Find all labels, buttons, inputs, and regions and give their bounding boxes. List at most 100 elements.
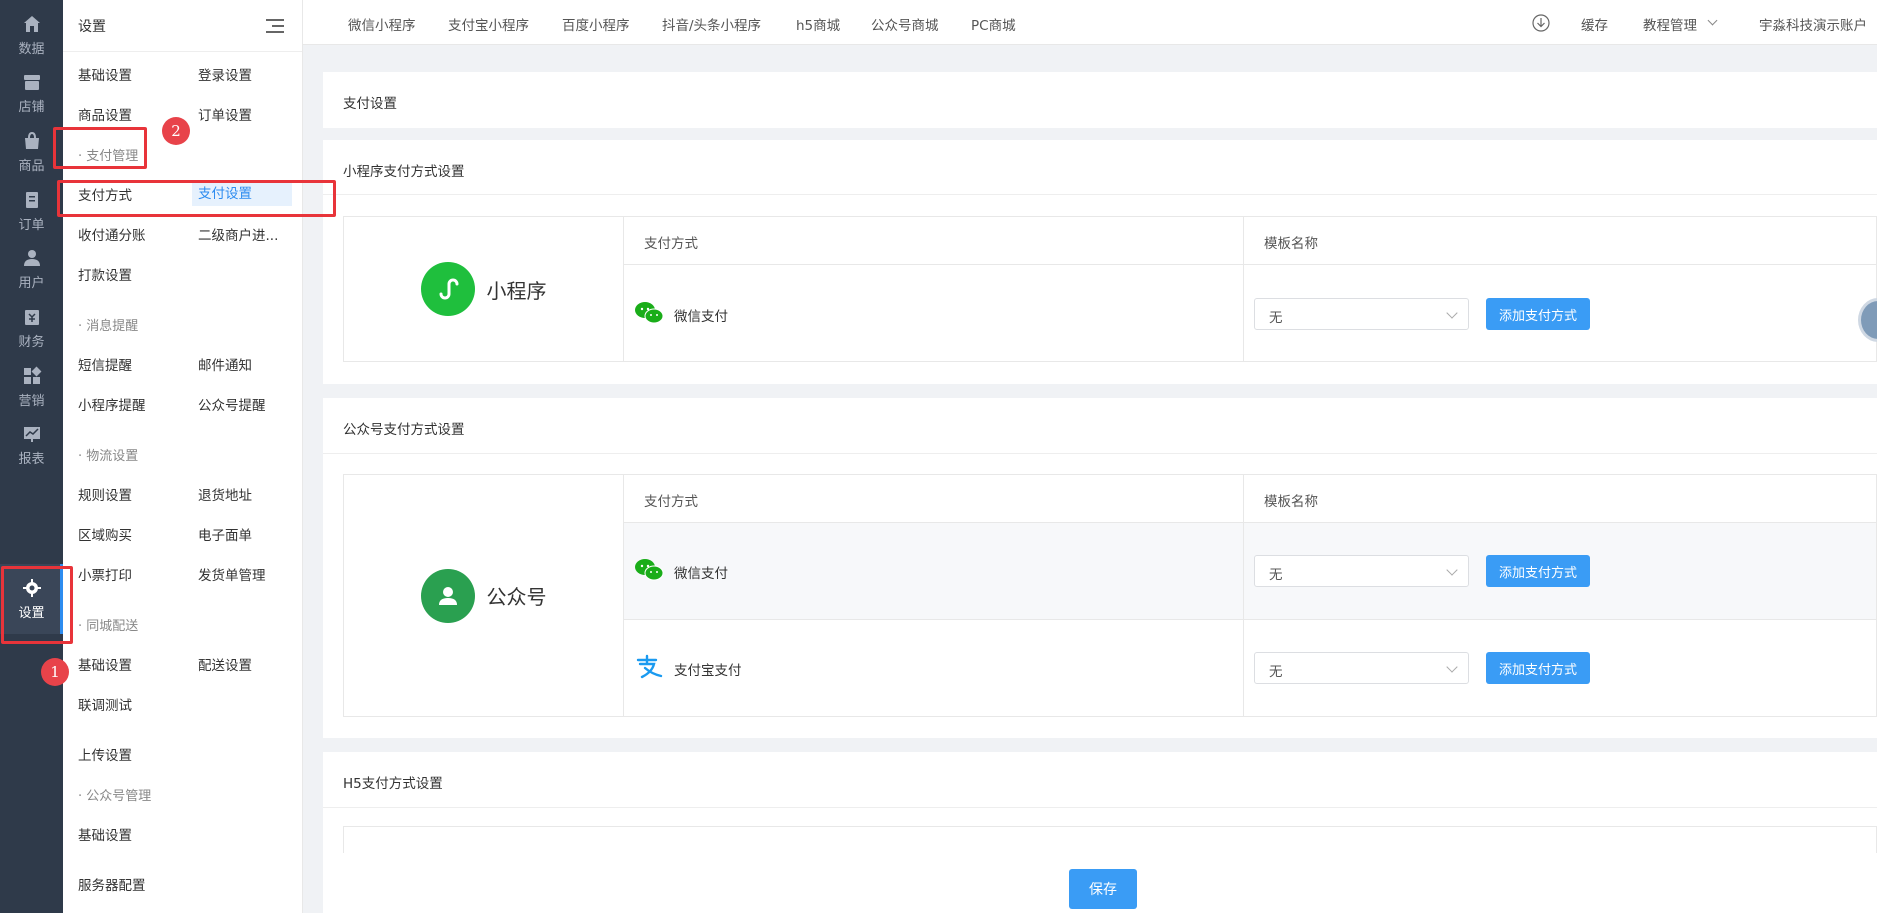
tutorial-menu[interactable]: 教程管理 [1643,14,1697,34]
sidebar-item-mp-basic[interactable]: 基础设置 [78,824,132,844]
sidebar-item-upload[interactable]: 上传设置 [78,744,132,764]
sidebar-group-msg: · 消息提醒 [78,318,139,334]
annotation-box-settings [1,566,73,644]
sidebar-title: 设置 [78,18,106,35]
page-title-card: 支付设置 [323,72,1877,128]
mp-pay-card: 公众号支付方式设置 公众号 支付方式 模板名称 微信支付 无 添加支付方式 支付… [323,398,1877,738]
sidebar-row: 服务器配置 [78,872,303,896]
pay-method-name: 支付宝支付 [674,663,742,679]
sidebar-item-ship-manage[interactable]: 发货单管理 [198,564,266,584]
mini-program-icon [420,262,475,316]
sidebar-row: 规则设置 退货地址 [78,482,303,506]
annotation-number-2: 2 [162,117,190,145]
tab-baidu-mini[interactable]: 百度小程序 [562,14,630,34]
table-header: 支付方式 模板名称 [624,475,1876,523]
collapse-menu-icon[interactable] [266,18,284,33]
wechat-pay-icon [635,302,664,324]
col-template: 模板名称 [1264,494,1318,510]
wechat-pay-icon [635,559,664,581]
section-title: H5支付方式设置 [343,776,443,792]
sidebar-item-goods[interactable]: 商品设置 [78,104,132,124]
page-title: 支付设置 [343,96,397,112]
rail-label: 营销 [18,393,45,409]
bag-icon [24,131,39,149]
top-bar: 微信小程序 支付宝小程序 百度小程序 抖音/头条小程序 h5商城 公众号商城 P… [303,0,1877,45]
sidebar-row: · 同城配送 [78,612,303,636]
chevron-down-icon [1446,564,1458,576]
sidebar-row: · 公众号管理 [78,782,303,806]
h5-pay-card: H5支付方式设置 [323,752,1877,853]
rail-label: 报表 [18,451,45,467]
pay-method-name: 微信支付 [674,309,728,325]
rail-label: 财务 [18,334,45,350]
mp-pay-table: 公众号 支付方式 模板名称 微信支付 无 添加支付方式 支付宝支付 无 添加支付… [343,474,1877,717]
col-method: 支付方式 [644,494,698,510]
add-pay-method-button[interactable]: 添加支付方式 [1486,555,1590,587]
sidebar-item-return-addr[interactable]: 退货地址 [198,484,252,504]
mini-pay-table: 小程序 支付方式 模板名称 微信支付 无 添加支付方式 [343,216,1877,362]
sidebar-item-mail[interactable]: 邮件通知 [198,354,252,374]
mp-brand-label: 公众号 [486,585,547,609]
sidebar-row: 上传设置 [78,742,303,766]
sidebar-header: 设置 [63,0,302,52]
sidebar-row: 小票打印 发货单管理 [78,562,303,586]
chevron-down-icon [1707,15,1718,26]
store-icon [23,74,40,90]
download-icon[interactable] [1532,14,1550,32]
mini-brand-cell: 小程序 [344,217,624,361]
sidebar-item-e-sheet[interactable]: 电子面单 [198,524,252,544]
sidebar-group-city: · 同城配送 [78,618,139,634]
mini-brand-label: 小程序 [486,278,547,303]
sidebar-item-mini-notice[interactable]: 小程序提醒 [78,394,146,414]
tab-douyin-mini[interactable]: 抖音/头条小程序 [662,14,761,34]
sidebar-item-delivery[interactable]: 配送设置 [198,654,252,674]
template-select[interactable]: 无 [1254,555,1469,587]
section-title: 公众号支付方式设置 [343,422,465,438]
cache-link[interactable]: 缓存 [1581,14,1608,34]
tab-wechat-mini[interactable]: 微信小程序 [348,14,416,34]
sidebar-item-ticket-print[interactable]: 小票打印 [78,564,132,584]
sidebar-row: 小程序提醒 公众号提醒 [78,392,303,416]
sidebar-item-payout[interactable]: 打款设置 [78,264,132,284]
sidebar-item-sms[interactable]: 短信提醒 [78,354,132,374]
mp-brand-cell: 公众号 [344,475,624,716]
add-pay-method-button[interactable]: 添加支付方式 [1486,298,1590,330]
table-header: 支付方式 模板名称 [624,217,1876,265]
sidebar-item-server[interactable]: 服务器配置 [78,874,146,894]
sidebar-row: 基础设置 配送设置 [78,652,303,676]
tab-mp-mall[interactable]: 公众号商城 [871,14,939,34]
sidebar-item-split[interactable]: 收付通分账 [78,224,146,244]
sidebar-row: 基础设置 登录设置 [78,62,303,86]
account-name[interactable]: 宇淼科技演示账户 [1759,14,1867,34]
sidebar-item-city-basic[interactable]: 基础设置 [78,654,132,674]
tab-alipay-mini[interactable]: 支付宝小程序 [448,14,529,34]
sidebar-item-area-buy[interactable]: 区域购买 [78,524,132,544]
sidebar-item-order[interactable]: 订单设置 [198,104,252,124]
sidebar-item-debug[interactable]: 联调测试 [78,694,132,714]
template-select[interactable]: 无 [1254,652,1469,684]
sidebar-item-sub-merchant[interactable]: 二级商户进... [198,224,278,244]
marketing-icon [23,366,41,384]
col-method: 支付方式 [644,236,698,252]
template-select[interactable]: 无 [1254,298,1469,330]
h5-pay-table [343,826,1877,853]
tab-h5[interactable]: h5商城 [796,14,840,34]
report-icon [23,426,40,442]
add-pay-method-button[interactable]: 添加支付方式 [1486,652,1590,684]
rail-label: 商品 [18,158,45,174]
sidebar-row: 收付通分账 二级商户进... [78,222,303,246]
tab-pc-mall[interactable]: PC商城 [971,14,1016,34]
sidebar-item-rule[interactable]: 规则设置 [78,484,132,504]
sidebar-group-logistics: · 物流设置 [78,448,139,464]
save-button[interactable]: 保存 [1069,869,1137,909]
rail-label: 店铺 [18,99,45,115]
rail-item-report[interactable]: 报表 [0,410,63,480]
col-template: 模板名称 [1264,236,1318,252]
section-title: 小程序支付方式设置 [343,164,465,180]
sidebar-item-mp-notice[interactable]: 公众号提醒 [198,394,266,414]
table-row: 微信支付 无 添加支付方式 [624,523,1876,620]
footer-bar: 保存 [323,853,1877,913]
sidebar-item-basic[interactable]: 基础设置 [78,64,132,84]
sidebar-item-login[interactable]: 登录设置 [198,64,252,84]
home-icon [23,15,40,32]
